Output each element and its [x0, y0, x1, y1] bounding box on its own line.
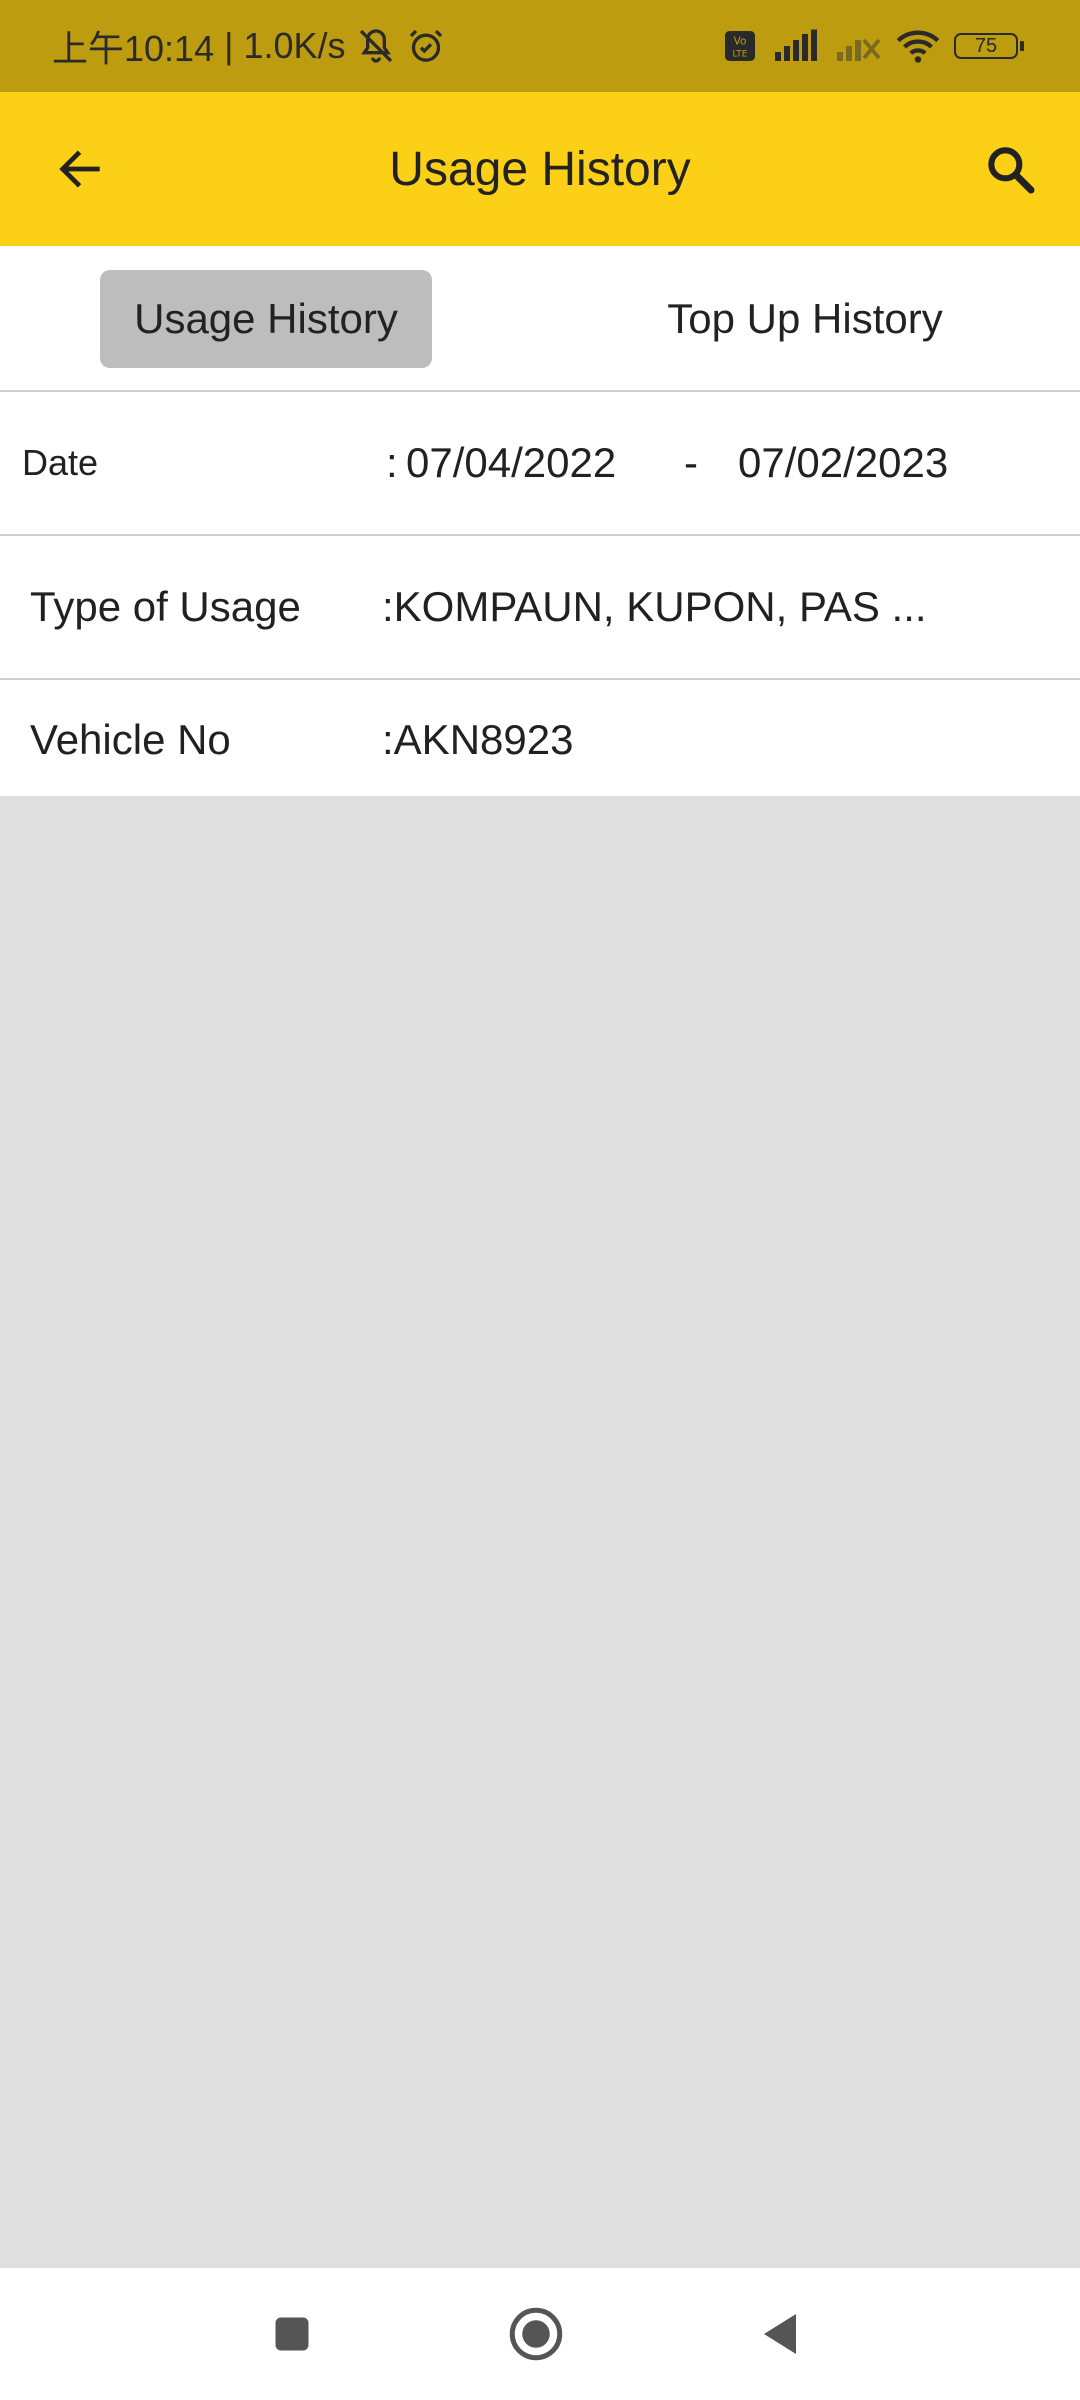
vehicle-no-value: :AKN8923 — [382, 716, 574, 763]
tab-top-up-history[interactable]: Top Up History — [620, 270, 990, 368]
wifi-icon — [896, 30, 940, 63]
date-row[interactable]: Date : 07/04/2022 - 07/02/2023 — [0, 392, 1080, 536]
recents-icon — [275, 2317, 309, 2351]
vehicle-no-row[interactable]: Vehicle No :AKN8923 — [0, 680, 1080, 800]
back-nav-button[interactable] — [740, 2294, 820, 2374]
back-button[interactable] — [40, 129, 120, 209]
date-label: Date — [22, 442, 99, 483]
app-bar: Usage History — [0, 92, 1080, 246]
battery-level: 75 — [974, 34, 998, 57]
tab-bar: Usage History Top Up History — [0, 246, 1080, 392]
status-time: 上午10:14 — [52, 28, 215, 69]
system-nav-bar — [0, 2268, 1080, 2400]
mute-bell-icon — [359, 29, 392, 63]
search-icon — [988, 147, 1035, 194]
type-of-usage-label: Type of Usage — [30, 583, 301, 630]
home-button[interactable] — [496, 2294, 576, 2374]
date-to[interactable]: 07/02/2023 — [738, 392, 948, 534]
status-bar: 上午10:14 | 1.0K/s Vo LTE 75 — [0, 0, 1080, 92]
date-colon: : — [386, 439, 398, 486]
status-separator: | — [224, 25, 234, 66]
history-list-area — [0, 796, 1080, 2268]
svg-text:LTE: LTE — [733, 50, 748, 60]
filter-panel: Date : 07/04/2022 - 07/02/2023 Type of U… — [0, 392, 1080, 800]
home-icon — [509, 2307, 563, 2361]
alarm-icon — [409, 29, 442, 62]
page-title: Usage History — [389, 142, 691, 196]
back-arrow-icon — [59, 150, 100, 188]
date-separator: - — [684, 439, 698, 486]
tab-usage-history[interactable]: Usage History — [100, 270, 432, 368]
status-left: 上午10:14 | 1.0K/s — [52, 0, 446, 92]
type-of-usage-row[interactable]: Type of Usage :KOMPAUN, KUPON, PAS ... — [0, 536, 1080, 680]
signal-no-service-icon — [837, 38, 881, 61]
status-speed: 1.0K/s — [243, 25, 346, 66]
volte-icon: Vo LTE — [725, 31, 755, 61]
date-from[interactable]: 07/04/2022 — [406, 392, 616, 534]
battery-icon: 75 — [954, 33, 1024, 59]
status-right: Vo LTE 75 — [722, 0, 1024, 92]
back-icon — [764, 2314, 796, 2354]
svg-text:Vo: Vo — [734, 36, 747, 48]
search-button[interactable] — [970, 129, 1050, 209]
type-of-usage-value: :KOMPAUN, KUPON, PAS ... — [382, 583, 927, 630]
recents-button[interactable] — [252, 2294, 332, 2374]
signal-icon — [775, 29, 817, 61]
vehicle-no-label: Vehicle No — [30, 716, 231, 763]
